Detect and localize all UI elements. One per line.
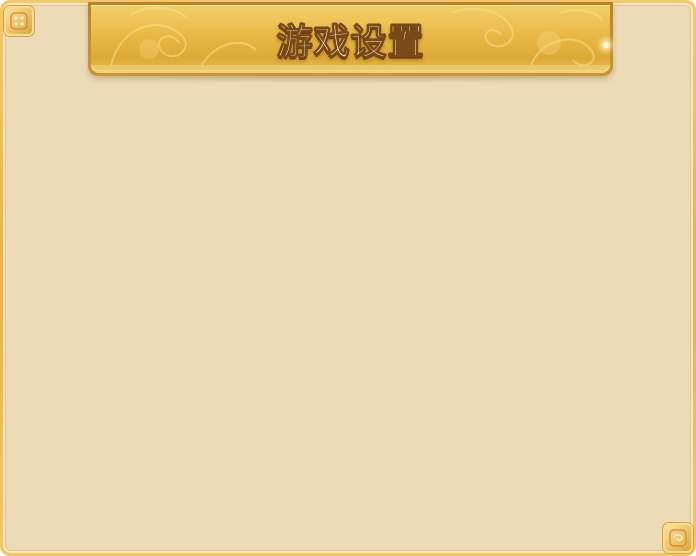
corner-ornament-icon (663, 523, 693, 553)
title-banner-face: 游戏设置 (91, 5, 610, 73)
dialog-content-area (5, 5, 691, 551)
settings-dialog: 游戏设置 (0, 0, 696, 556)
dialog-title: 游戏设置 (276, 22, 425, 64)
sparkle-decoration (603, 42, 609, 48)
title-banner: 游戏设置 (88, 2, 613, 76)
corner-ornament-icon (4, 6, 34, 36)
dialog-inner-border (3, 3, 693, 553)
